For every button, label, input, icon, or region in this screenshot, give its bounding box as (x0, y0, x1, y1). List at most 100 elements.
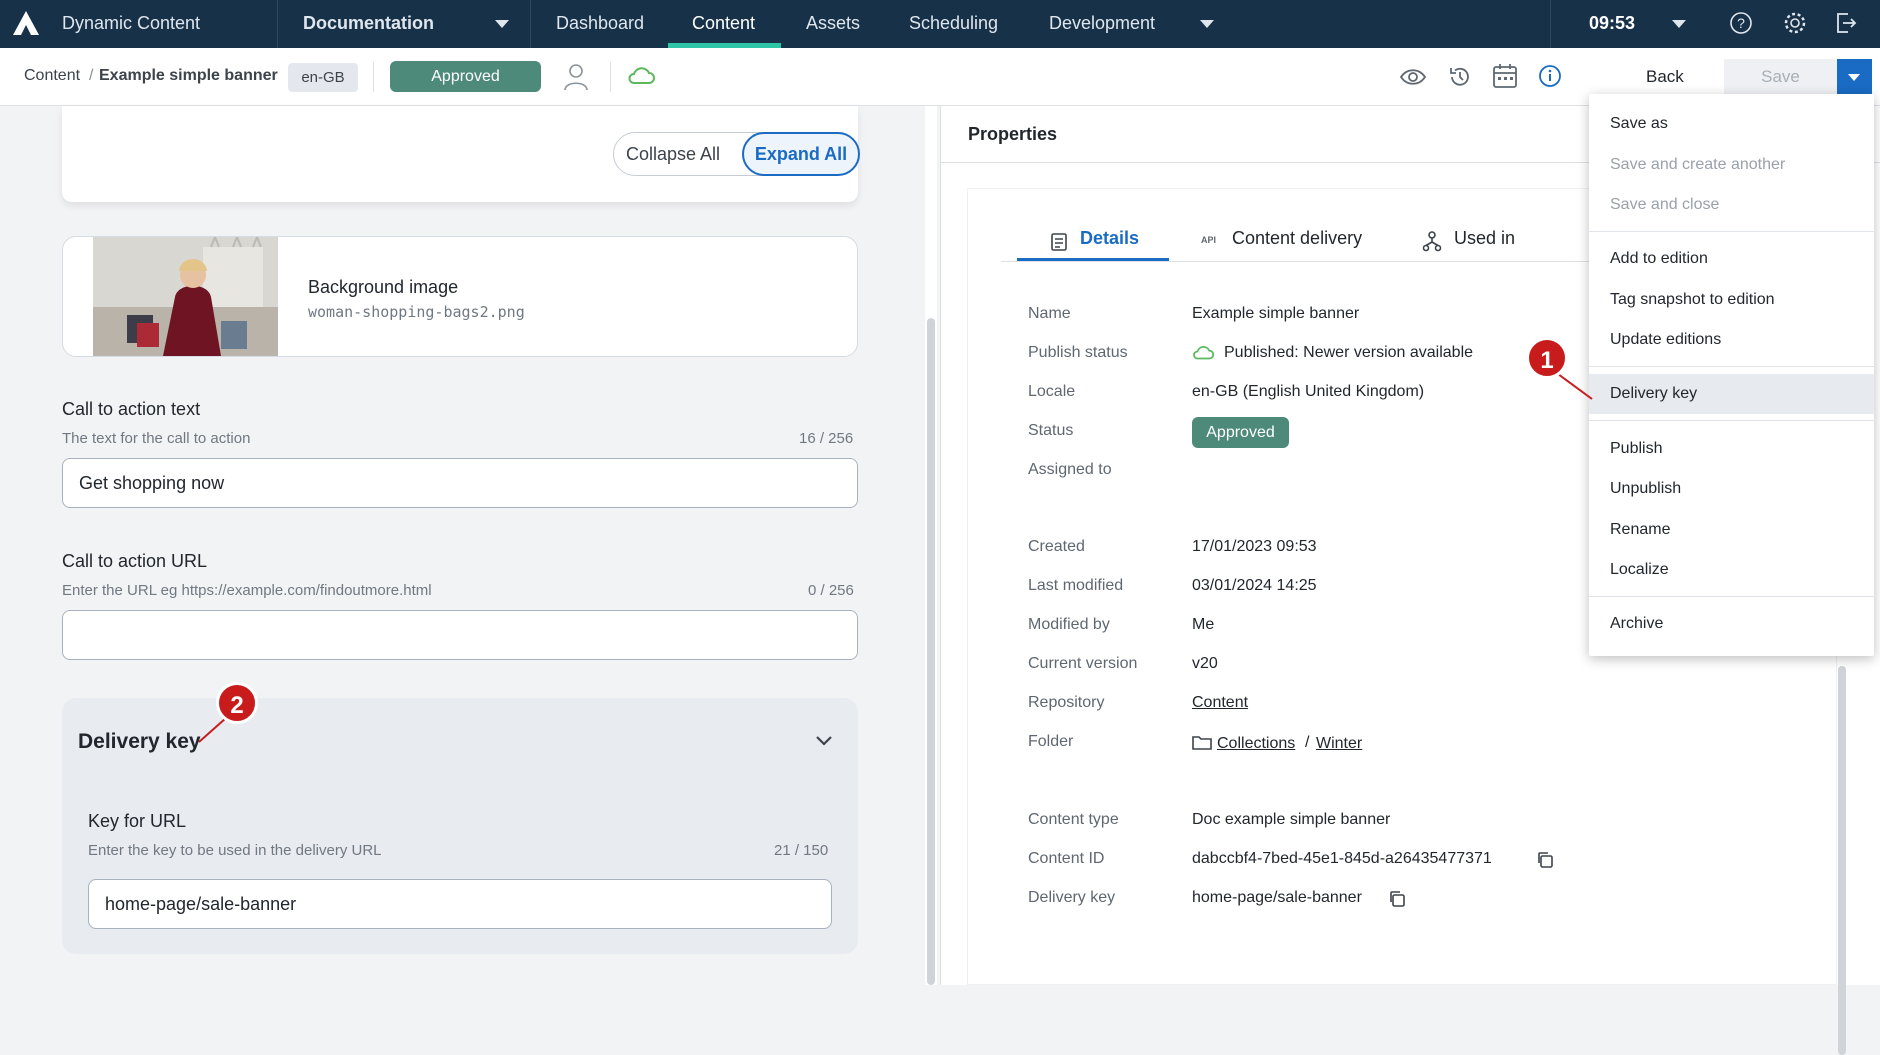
folder-link-collections[interactable]: Collections (1217, 735, 1295, 753)
background-image-field[interactable]: Background image woman-shopping-bags2.pn… (62, 236, 858, 357)
prop-status-badge: Approved (1192, 417, 1289, 448)
menu-rename[interactable]: Rename (1589, 510, 1874, 550)
history-icon[interactable] (1447, 64, 1473, 90)
development-chevron-down-icon[interactable] (1200, 20, 1214, 28)
prop-content-id-key: Content ID (1028, 850, 1105, 867)
nav-scheduling[interactable]: Scheduling (909, 13, 998, 34)
prop-modified-value: 03/01/2024 14:25 (1192, 577, 1317, 594)
section-chevron-down-icon[interactable] (814, 734, 834, 748)
key-for-url-help: Enter the key to be used in the delivery… (88, 842, 382, 859)
callout-2: 2 (216, 682, 258, 724)
folder-icon (1192, 736, 1212, 750)
clock[interactable]: 09:53 (1589, 13, 1635, 34)
tab-details[interactable]: Details (1080, 228, 1139, 249)
prop-name-value: Example simple banner (1192, 305, 1360, 322)
prop-modified-by-key: Modified by (1028, 616, 1110, 633)
cta-text-input[interactable]: Get shopping now (62, 458, 858, 508)
prop-created-value: 17/01/2023 09:53 (1192, 538, 1317, 555)
callout-1: 1 (1526, 337, 1568, 379)
prop-folder-key: Folder (1028, 733, 1074, 750)
prop-locale-key: Locale (1028, 383, 1076, 400)
tab-content-delivery[interactable]: Content delivery (1232, 228, 1362, 249)
menu-unpublish[interactable]: Unpublish (1589, 469, 1874, 509)
assignee-user-icon[interactable] (563, 63, 589, 91)
prop-status-key: Status (1028, 422, 1074, 439)
properties-scrollbar[interactable] (1838, 666, 1846, 1055)
prop-modified-by-value: Me (1192, 616, 1215, 633)
save-options-menu: Save as Save and create another Save and… (1589, 94, 1874, 656)
prop-modified-key: Last modified (1028, 577, 1124, 594)
svg-text:?: ? (1737, 15, 1745, 31)
prop-publish-status-key: Publish status (1028, 344, 1128, 361)
settings-gear-icon[interactable] (1783, 11, 1807, 35)
prop-version-key: Current version (1028, 655, 1138, 672)
cta-text-label: Call to action text (62, 399, 201, 419)
hub-chevron-down-icon[interactable] (495, 20, 509, 28)
locale-badge: en-GB (288, 63, 358, 92)
used-in-hierarchy-icon (1422, 231, 1442, 252)
editor-scrollbar[interactable] (925, 106, 937, 985)
preview-eye-icon[interactable] (1399, 67, 1427, 87)
published-cloud-icon (1193, 346, 1214, 360)
nav-dashboard[interactable]: Dashboard (556, 13, 644, 34)
delivery-key-input[interactable]: home-page/sale-banner (88, 879, 832, 929)
cta-url-counter: 0 / 256 (808, 582, 854, 599)
prop-assigned-key: Assigned to (1028, 461, 1112, 478)
save-options-dropdown[interactable] (1837, 59, 1872, 95)
save-button[interactable]: Save (1724, 59, 1837, 95)
key-for-url-label: Key for URL (88, 811, 187, 831)
menu-save-and-close[interactable]: Save and close (1589, 185, 1874, 225)
prop-created-key: Created (1028, 538, 1085, 555)
menu-add-to-edition[interactable]: Add to edition (1589, 239, 1874, 279)
clock-chevron-down-icon[interactable] (1672, 20, 1686, 28)
breadcrumb-root[interactable]: Content (24, 67, 80, 85)
folder-link-winter[interactable]: Winter (1316, 735, 1362, 753)
hub-selector[interactable]: Documentation (303, 13, 434, 34)
prop-version-value: v20 (1192, 655, 1218, 672)
prop-repository-link[interactable]: Content (1192, 694, 1248, 712)
app-name[interactable]: Dynamic Content (62, 13, 200, 34)
help-icon[interactable]: ? (1729, 11, 1753, 35)
menu-localize[interactable]: Localize (1589, 550, 1874, 590)
top-navigation: Dynamic Content Documentation Dashboard … (0, 0, 1880, 48)
app-logo-icon[interactable] (12, 10, 40, 36)
prop-content-type-key: Content type (1028, 811, 1119, 828)
prop-name-key: Name (1028, 305, 1071, 322)
prop-publish-status-value: Published: Newer version available (1224, 344, 1474, 361)
expand-all-button[interactable]: Expand All (742, 132, 860, 176)
nav-content[interactable]: Content (692, 13, 755, 34)
menu-delivery-key[interactable]: Delivery key (1589, 374, 1874, 414)
menu-save-and-create-another[interactable]: Save and create another (1589, 145, 1874, 185)
workflow-status-badge[interactable]: Approved (390, 61, 541, 92)
cta-text-counter: 16 / 256 (799, 430, 854, 447)
copy-content-id-icon[interactable] (1536, 851, 1554, 869)
back-button[interactable]: Back (1646, 67, 1684, 87)
collapse-all-button[interactable]: Collapse All (626, 144, 720, 165)
cta-url-input[interactable] (62, 610, 858, 660)
menu-update-editions[interactable]: Update editions (1589, 320, 1874, 360)
info-icon[interactable] (1538, 64, 1562, 88)
folder-separator: / (1305, 734, 1310, 751)
api-icon: API (1201, 235, 1217, 245)
key-for-url-counter: 21 / 150 (774, 842, 829, 859)
delivery-key-section-title[interactable]: Delivery key (78, 730, 201, 754)
nav-development[interactable]: Development (1049, 13, 1155, 34)
menu-tag-snapshot[interactable]: Tag snapshot to edition (1589, 280, 1874, 320)
schedule-calendar-icon[interactable] (1492, 63, 1518, 89)
menu-archive[interactable]: Archive (1589, 604, 1874, 644)
tab-used-in[interactable]: Used in (1454, 228, 1515, 249)
menu-publish[interactable]: Publish (1589, 429, 1874, 469)
logout-icon[interactable] (1834, 11, 1858, 35)
delivery-key-section: Delivery key Key for URL Enter the key t… (62, 698, 858, 954)
copy-delivery-key-icon[interactable] (1388, 890, 1406, 908)
cta-text-help: The text for the call to action (62, 430, 251, 447)
image-filename: woman-shopping-bags2.png (308, 303, 525, 321)
prop-content-type-value: Doc example simple banner (1192, 811, 1391, 828)
publish-cloud-icon (628, 67, 655, 84)
cta-url-help: Enter the URL eg https://example.com/fin… (62, 582, 432, 599)
menu-save-as[interactable]: Save as (1589, 104, 1874, 144)
prop-delivery-key-value: home-page/sale-banner (1192, 889, 1362, 906)
prop-locale-value: en-GB (English United Kingdom) (1192, 383, 1425, 400)
save-chevron-down-icon (1848, 74, 1860, 81)
nav-assets[interactable]: Assets (806, 13, 860, 34)
